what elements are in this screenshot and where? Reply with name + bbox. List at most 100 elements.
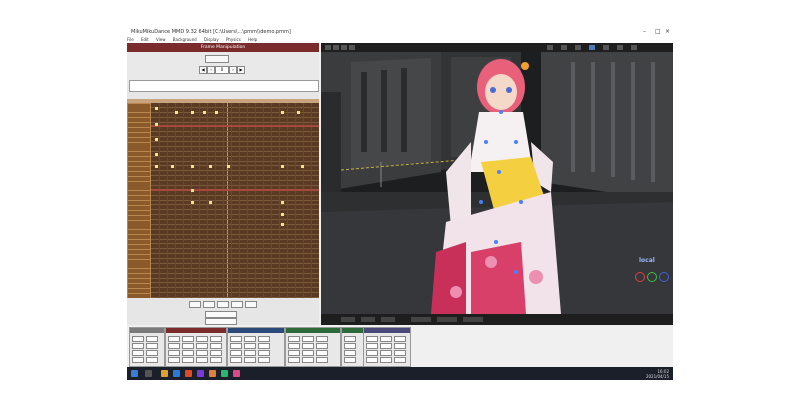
self-shadow-control[interactable] [394, 357, 406, 363]
model-control[interactable] [182, 350, 194, 356]
step-back-button[interactable]: ‹ [207, 66, 215, 74]
self-shadow-control[interactable] [366, 357, 378, 363]
track-name[interactable] [128, 123, 150, 127]
delete-button[interactable] [231, 301, 243, 308]
track-name[interactable] [128, 250, 150, 254]
keyframe-marker[interactable] [171, 165, 174, 168]
x-axis-icon[interactable] [635, 272, 645, 282]
camera-control[interactable] [316, 336, 328, 342]
move-icon[interactable] [617, 45, 623, 50]
track-name[interactable] [128, 128, 150, 132]
track-row[interactable] [151, 248, 319, 249]
frame-mode-button[interactable] [205, 55, 229, 63]
track-row[interactable] [151, 219, 319, 220]
light-control[interactable] [344, 336, 356, 342]
copy-button[interactable] [189, 301, 201, 308]
track-name[interactable] [128, 269, 150, 273]
menu-physics[interactable]: Physics [226, 37, 241, 42]
model-control[interactable] [168, 350, 180, 356]
start-icon[interactable] [131, 370, 138, 377]
track-row[interactable] [151, 224, 319, 225]
model-control[interactable] [182, 343, 194, 349]
model-control[interactable] [168, 336, 180, 342]
reverse-paste-button[interactable] [217, 301, 229, 308]
light-control[interactable] [344, 350, 356, 356]
interpolation-control[interactable] [132, 350, 144, 356]
self-shadow-control[interactable] [380, 357, 392, 363]
self-shadow-control[interactable] [366, 350, 378, 356]
track-name[interactable] [128, 230, 150, 234]
next-frame-button[interactable]: ▶ [237, 66, 245, 74]
track-name[interactable] [128, 274, 150, 278]
interpolation-control[interactable] [146, 336, 158, 342]
keyframe-marker[interactable] [209, 165, 212, 168]
menu-file[interactable]: File [127, 37, 134, 42]
expand-button[interactable] [205, 318, 237, 325]
model-control[interactable] [168, 343, 180, 349]
model-control[interactable] [196, 350, 208, 356]
keyframe-marker[interactable] [191, 111, 194, 114]
keyframe-marker[interactable] [301, 165, 304, 168]
track-name[interactable] [128, 284, 150, 288]
track-row[interactable] [151, 287, 319, 288]
keyframe-marker[interactable] [155, 107, 158, 110]
prev-frame-button[interactable]: ◀ [199, 66, 207, 74]
explorer-icon[interactable] [161, 370, 168, 377]
range-select-field[interactable] [205, 311, 237, 318]
track-name[interactable] [128, 113, 150, 117]
track-row[interactable] [151, 243, 319, 244]
bone-control[interactable] [244, 357, 256, 363]
track-row[interactable] [151, 292, 319, 293]
track-row[interactable] [151, 131, 319, 132]
step-forward-button[interactable]: › [229, 66, 237, 74]
interpolation-control[interactable] [132, 343, 144, 349]
model-control[interactable] [182, 357, 194, 363]
model-control[interactable] [210, 357, 222, 363]
camera-icon[interactable] [547, 45, 553, 50]
self-shadow-control[interactable] [380, 350, 392, 356]
track-name[interactable] [128, 206, 150, 210]
track-row[interactable] [151, 136, 319, 137]
interpolation-control[interactable] [146, 343, 158, 349]
interpolation-control[interactable] [132, 336, 144, 342]
track-row[interactable] [151, 141, 319, 142]
self-shadow-control[interactable] [394, 343, 406, 349]
app-icon-1[interactable] [197, 370, 204, 377]
track-name[interactable] [128, 157, 150, 161]
self-shadow-control[interactable] [366, 343, 378, 349]
status-field-1[interactable] [341, 317, 355, 322]
camera-control[interactable] [316, 350, 328, 356]
chrome-icon[interactable] [185, 370, 192, 377]
track-row[interactable] [151, 273, 319, 274]
menu-view[interactable]: View [156, 37, 166, 42]
camera-control[interactable] [316, 357, 328, 363]
track-row[interactable] [151, 165, 319, 166]
track-row[interactable] [151, 170, 319, 171]
track-name[interactable] [128, 240, 150, 244]
track-name[interactable] [128, 235, 150, 239]
track-row[interactable] [151, 107, 319, 108]
camera-control[interactable] [302, 350, 314, 356]
keyframe-marker[interactable] [209, 201, 212, 204]
camera-control[interactable] [316, 343, 328, 349]
minimize-icon[interactable]: – [643, 28, 646, 36]
track-name[interactable] [128, 245, 150, 249]
track-name[interactable] [128, 255, 150, 259]
grid-icon[interactable] [575, 45, 581, 50]
keyframe-marker[interactable] [191, 165, 194, 168]
camera-control[interactable] [302, 357, 314, 363]
y-axis-icon[interactable] [647, 272, 657, 282]
model-control[interactable] [196, 357, 208, 363]
model-control[interactable] [182, 336, 194, 342]
model-control[interactable] [196, 336, 208, 342]
model-control[interactable] [196, 343, 208, 349]
status-field-2[interactable] [361, 317, 375, 322]
track-name[interactable] [128, 191, 150, 195]
keyframe-marker[interactable] [281, 213, 284, 216]
interpolation-control[interactable] [146, 350, 158, 356]
track-name[interactable] [128, 172, 150, 176]
camera-control[interactable] [288, 343, 300, 349]
light-control[interactable] [344, 357, 356, 363]
track-row[interactable] [151, 185, 319, 186]
view-left-icon[interactable] [349, 45, 355, 50]
